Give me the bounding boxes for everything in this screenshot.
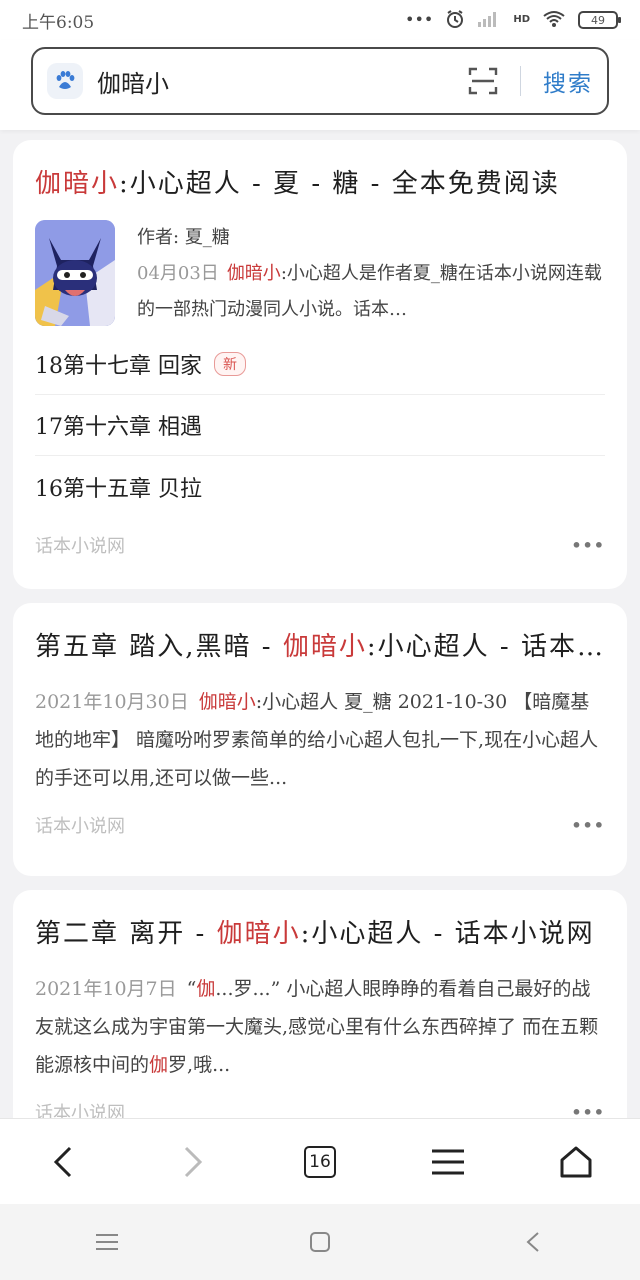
title-highlight: 伽暗小 [282,632,367,662]
square-home-icon [309,1232,330,1252]
title-text: :小心超人 - 夏 - 糖 - 全本免费阅读 [119,169,560,199]
title-suffix: :小心超人 - 话本小说网 [300,919,595,949]
tab-count: 16 [309,1151,331,1172]
scan-icon[interactable] [468,66,498,96]
author-label: 作者: [137,227,180,248]
snippet-text: “ [186,978,197,1000]
novel-info: 作者: 夏_糖 04月03日 伽暗小:小心超人是作者夏_糖在话本小说网连载的一部热… [137,220,605,328]
snippet-highlight: 伽暗小 [198,691,256,713]
battery-level: 49 [591,13,605,27]
title-highlight: 伽暗小 [216,919,301,949]
novel-cover-image[interactable] [35,220,115,326]
results-list: 伽暗小:小心超人 - 夏 - 糖 - 全本免费阅读 作者: 夏_糖 04月03日… [13,140,627,1177]
result-title[interactable]: 第五章 踏入,黑暗 - 伽暗小:小心超人 - 话本小说网 [35,627,605,667]
search-input[interactable] [97,67,468,95]
recent-apps-button[interactable] [77,1212,137,1272]
snippet-text: 罗,哦... [168,1054,231,1076]
status-time: 上午6:05 [22,12,95,33]
card-footer: 话本小说网 ••• [35,797,605,853]
chapter-list: 18第十七章 回家 新 17第十六章 相遇 16第十五章 贝拉 [35,334,605,517]
chapter-item[interactable]: 17第十六章 相遇 [35,395,605,456]
forward-button[interactable] [162,1132,222,1192]
source-label: 话本小说网 [35,536,125,557]
result-card-chapter: 第五章 踏入,黑暗 - 伽暗小:小心超人 - 话本小说网 2021年10月30日… [13,603,627,876]
search-header: 搜索 [0,40,640,130]
title-highlight: 伽暗小 [35,169,120,199]
search-box: 搜索 [31,47,609,115]
more-options-icon[interactable]: ••• [571,536,605,555]
back-button[interactable] [34,1132,94,1192]
chapter-label: 18第十七章 回家 [35,354,202,379]
novel-description: 04月03日 伽暗小:小心超人是作者夏_糖在话本小说网连载的一部热门动漫同人小说。… [137,256,605,328]
wifi-icon [542,10,566,31]
tabs-button[interactable]: 16 [290,1132,350,1192]
update-date: 04月03日 [137,263,219,284]
desc-highlight: 伽暗小 [226,263,281,284]
home-icon [560,1146,592,1177]
new-badge: 新 [214,352,246,376]
menu-button[interactable] [418,1132,478,1192]
result-snippet[interactable]: 2021年10月30日 伽暗小:小心超人 夏_糖 2021-10-30 【暗魔基地… [35,683,605,797]
system-home-button[interactable] [290,1212,350,1272]
more-options-icon[interactable]: ••• [571,816,605,835]
snippet-date: 2021年10月7日 [35,978,177,1000]
title-prefix: 第五章 踏入,黑暗 - [35,632,283,662]
source-label: 话本小说网 [35,816,125,837]
alarm-icon [445,9,465,32]
chapter-item[interactable]: 16第十五章 贝拉 [35,456,605,517]
status-bar: 上午6:05 ••• HD 49 [0,0,640,40]
status-icons: ••• HD 49 [405,9,621,32]
forward-icon [184,1146,203,1177]
snippet-highlight: 伽 [196,978,216,1000]
more-notifications-icon: ••• [405,10,434,29]
card-footer: 话本小说网 ••• [35,517,605,573]
chapter-label: 16第十五章 贝拉 [35,476,202,502]
back-icon [53,1146,72,1177]
battery-icon: 49 [578,11,621,29]
tabs-icon: 16 [304,1145,336,1178]
menu-icon [432,1149,464,1174]
author-name: 夏_糖 [184,227,230,248]
result-title[interactable]: 第二章 离开 - 伽暗小:小心超人 - 话本小说网 [35,914,605,954]
result-card-novel: 伽暗小:小心超人 - 夏 - 糖 - 全本免费阅读 作者: 夏_糖 04月03日… [13,140,627,589]
hd-label: HD [513,14,530,25]
system-back-button[interactable] [503,1212,563,1272]
paw-icon[interactable] [47,63,83,99]
author-line: 作者: 夏_糖 [137,220,605,256]
result-title[interactable]: 伽暗小:小心超人 - 夏 - 糖 - 全本免费阅读 [35,164,605,204]
title-suffix: :小心超人 - 话本小说网 [366,632,605,662]
recent-apps-icon [95,1234,118,1250]
home-button[interactable] [546,1132,606,1192]
system-nav-bar [0,1204,640,1280]
search-divider [520,66,521,96]
snippet-highlight: 伽 [149,1054,169,1076]
signal-icon [477,10,501,31]
chapter-label: 17第十六章 相遇 [35,415,202,440]
novel-summary[interactable]: 作者: 夏_糖 04月03日 伽暗小:小心超人是作者夏_糖在话本小说网连载的一部热… [35,220,605,328]
chapter-item[interactable]: 18第十七章 回家 新 [35,334,605,395]
title-prefix: 第二章 离开 - [35,919,217,949]
search-button[interactable]: 搜索 [543,64,593,98]
snippet-date: 2021年10月30日 [35,691,189,713]
result-snippet[interactable]: 2021年10月7日 “伽...罗...” 小心超人眼睁睁的看着自己最好的战友就这… [35,970,605,1084]
browser-toolbar: 16 [0,1118,640,1204]
system-back-icon [526,1232,539,1252]
